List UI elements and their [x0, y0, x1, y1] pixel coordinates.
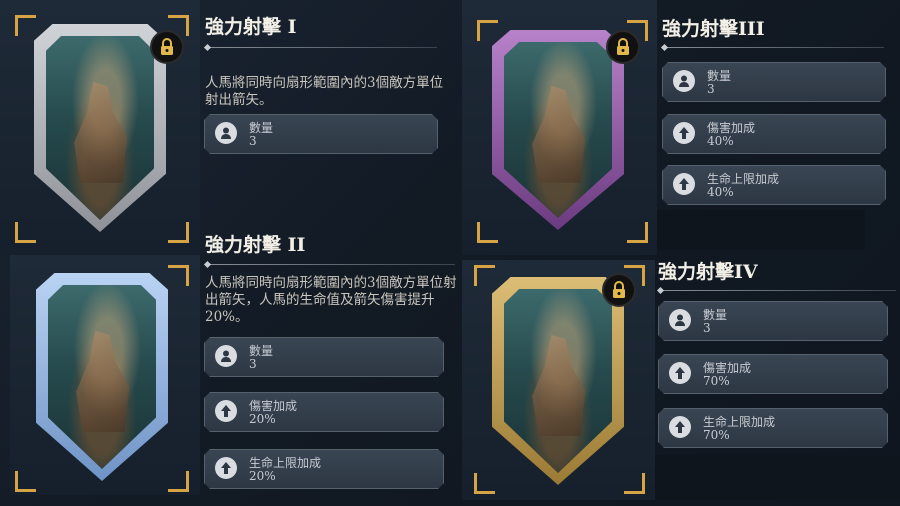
lock-icon — [150, 30, 184, 64]
skill-title: 強力射擊III — [662, 18, 765, 40]
skill-card-1[interactable]: 強力射擊 I 人馬將同時向扇形範圍內的3個敵方單位射出箭矢。 數量 3 — [0, 0, 460, 255]
stat-count: 數量 3 — [658, 301, 888, 341]
card-footer-bg — [655, 455, 900, 500]
stat-damage: 傷害加成 70% — [658, 354, 888, 394]
skill-title: 強力射擊IV — [658, 261, 758, 283]
skill-title: 強力射擊 I — [205, 16, 297, 38]
skill-card-3[interactable]: 強力射擊III 數量 3 傷害加成 40% 生命上限加成 40% — [462, 0, 900, 255]
stat-count: 數量 3 — [662, 62, 886, 102]
hp-up-icon — [673, 173, 695, 195]
corner-ornament — [15, 222, 36, 243]
lock-icon — [606, 30, 640, 64]
centaur-archer-art — [504, 42, 612, 218]
title-divider — [205, 47, 437, 48]
stat-damage: 傷害加成 20% — [204, 392, 444, 432]
stat-hp: 生命上限加成 20% — [204, 449, 444, 489]
title-divider — [658, 290, 896, 291]
corner-ornament — [15, 15, 36, 36]
title-divider — [205, 264, 455, 265]
corner-ornament — [624, 473, 645, 494]
centaur-archer-art — [48, 285, 156, 469]
corner-ornament — [168, 265, 189, 286]
stat-value: 40% — [707, 185, 734, 199]
corner-ornament — [627, 222, 648, 243]
corner-ornament — [168, 222, 189, 243]
hp-up-icon — [669, 416, 691, 438]
stat-hp: 生命上限加成 40% — [662, 165, 886, 205]
count-icon — [669, 309, 691, 331]
stat-value: 70% — [703, 428, 730, 442]
stat-value: 70% — [703, 374, 730, 388]
corner-ornament — [168, 471, 189, 492]
skill-title: 強力射擊 II — [205, 234, 306, 256]
damage-up-icon — [673, 122, 695, 144]
stat-value: 40% — [707, 134, 734, 148]
stat-hp: 生命上限加成 70% — [658, 408, 888, 448]
damage-up-icon — [669, 362, 691, 384]
stat-value: 3 — [249, 134, 257, 148]
stat-count: 數量 3 — [204, 114, 438, 154]
stat-damage: 傷害加成 40% — [662, 114, 886, 154]
skill-description: 人馬將同時向扇形範圍內的3個敵方單位射出箭矢。 — [205, 75, 444, 108]
skill-card-2[interactable]: 強力射擊 II 人馬將同時向扇形範圍內的3個敵方單位射出箭矢，人馬的生命值及箭矢… — [0, 234, 460, 500]
stat-value: 20% — [249, 469, 276, 483]
corner-ornament — [474, 473, 495, 494]
stat-count: 數量 3 — [204, 337, 444, 377]
corner-ornament — [474, 265, 495, 286]
stat-value: 3 — [703, 321, 711, 335]
stat-value: 3 — [707, 82, 715, 96]
centaur-archer-art — [46, 36, 154, 220]
title-divider — [662, 47, 884, 48]
stat-value: 3 — [249, 357, 257, 371]
count-icon — [215, 345, 237, 367]
stat-value: 20% — [249, 412, 276, 426]
card-footer-bg — [657, 210, 865, 250]
corner-ornament — [477, 20, 498, 41]
damage-up-icon — [215, 400, 237, 422]
hp-up-icon — [215, 457, 237, 479]
centaur-archer-art — [504, 289, 612, 473]
skill-description: 人馬將同時向扇形範圍內的3個敵方單位射出箭矢，人馬的生命值及箭矢傷害提升20%。 — [205, 275, 457, 325]
skill-card-4[interactable]: 強力射擊IV 數量 3 傷害加成 70% 生命上限加成 70% — [462, 255, 900, 500]
lock-icon — [602, 273, 636, 307]
corner-ornament — [477, 222, 498, 243]
corner-ornament — [15, 471, 36, 492]
count-icon — [673, 70, 695, 92]
count-icon — [215, 122, 237, 144]
